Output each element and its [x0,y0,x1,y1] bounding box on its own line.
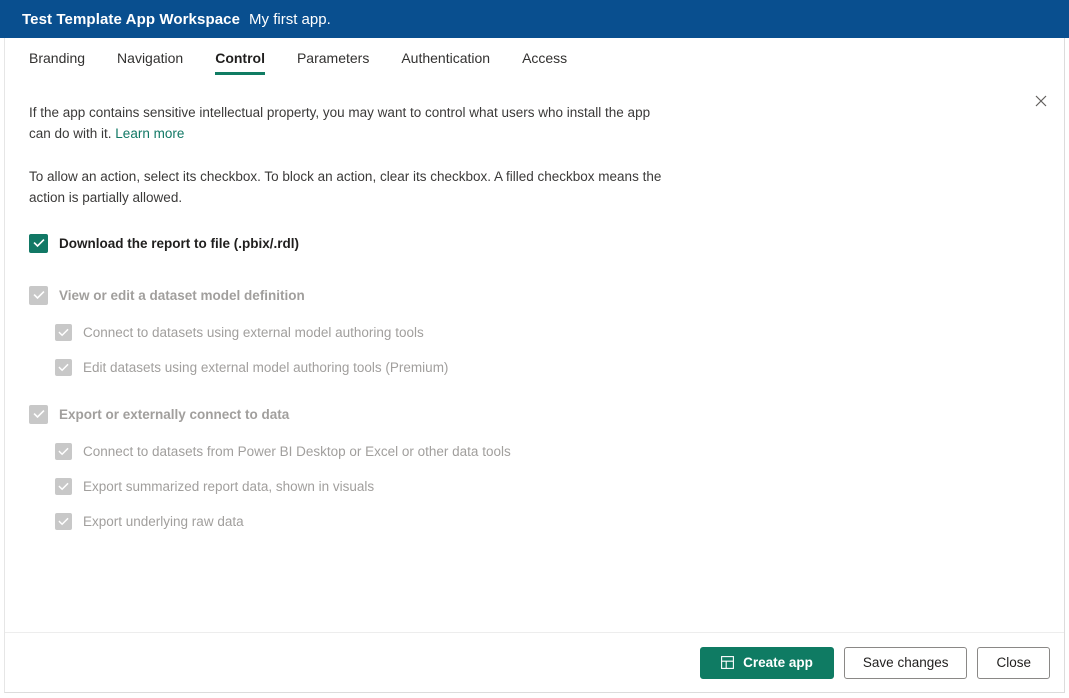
checkbox-row-connect-external-tools[interactable]: Connect to datasets using external model… [55,320,1040,344]
checkbox-label-connect-external-tools: Connect to datasets using external model… [83,324,424,340]
checkbox-row-export-connect-data[interactable]: Export or externally connect to data [29,401,1040,427]
close-panel-button[interactable] [1030,90,1052,112]
tab-bar: Branding Navigation Control Parameters A… [5,38,1064,80]
checkbox-view-edit-dataset[interactable] [29,285,48,305]
workspace-title: Test Template App Workspace [22,10,241,28]
checkbox-row-export-raw-data[interactable]: Export underlying raw data [55,509,1040,533]
instructions-paragraph: To allow an action, select its checkbox.… [29,169,662,205]
checkbox-edit-external-tools[interactable] [55,358,72,376]
checkbox-connect-powerbi-desktop[interactable] [55,442,72,460]
app-subtitle: My first app. [249,10,331,28]
tab-parameters[interactable]: Parameters [297,50,369,75]
checkbox-label-export-connect-data: Export or externally connect to data [59,406,290,422]
tab-navigation[interactable]: Navigation [117,50,183,75]
close-icon [1035,95,1047,107]
tab-authentication[interactable]: Authentication [401,50,490,75]
checkbox-label-view-edit-dataset: View or edit a dataset model definition [59,287,305,303]
checkbox-export-connect-data[interactable] [29,404,48,424]
permission-checkbox-list: Download the report to file (.pbix/.rdl)… [29,230,1040,533]
create-app-button[interactable]: Create app [700,646,834,679]
learn-more-link[interactable]: Learn more [115,126,184,141]
checkbox-export-raw-data[interactable] [55,512,72,530]
panel-footer: Create app Save changes Close [5,632,1064,692]
checkbox-label-connect-powerbi-desktop: Connect to datasets from Power BI Deskto… [83,443,511,459]
checkbox-export-summarized-data[interactable] [55,477,72,495]
settings-panel: Branding Navigation Control Parameters A… [4,38,1065,693]
checkbox-row-view-edit-dataset[interactable]: View or edit a dataset model definition [29,282,1040,308]
checkbox-label-download-report: Download the report to file (.pbix/.rdl) [59,235,299,251]
intro-paragraph: If the app contains sensitive intellectu… [29,102,669,144]
close-button[interactable]: Close [977,646,1050,679]
panel-content: If the app contains sensitive intellectu… [5,80,1064,533]
app-header: Test Template App Workspace My first app… [0,0,1069,38]
tab-branding[interactable]: Branding [29,50,85,75]
checkbox-row-download-report[interactable]: Download the report to file (.pbix/.rdl) [29,230,1040,256]
checkbox-row-edit-external-tools[interactable]: Edit datasets using external model autho… [55,355,1040,379]
checkbox-row-export-summarized-data[interactable]: Export summarized report data, shown in … [55,474,1040,498]
checkbox-label-export-raw-data: Export underlying raw data [83,513,244,529]
create-app-label: Create app [743,655,813,670]
checkbox-connect-external-tools[interactable] [55,323,72,341]
tab-control[interactable]: Control [215,50,265,75]
checkbox-label-edit-external-tools: Edit datasets using external model autho… [83,359,449,375]
app-grid-icon [721,656,735,669]
checkbox-label-export-summarized-data: Export summarized report data, shown in … [83,478,375,494]
checkbox-download-report[interactable] [29,233,48,253]
tab-access[interactable]: Access [522,50,567,75]
checkbox-row-connect-powerbi-desktop[interactable]: Connect to datasets from Power BI Deskto… [55,439,1040,463]
save-changes-button[interactable]: Save changes [843,646,968,679]
